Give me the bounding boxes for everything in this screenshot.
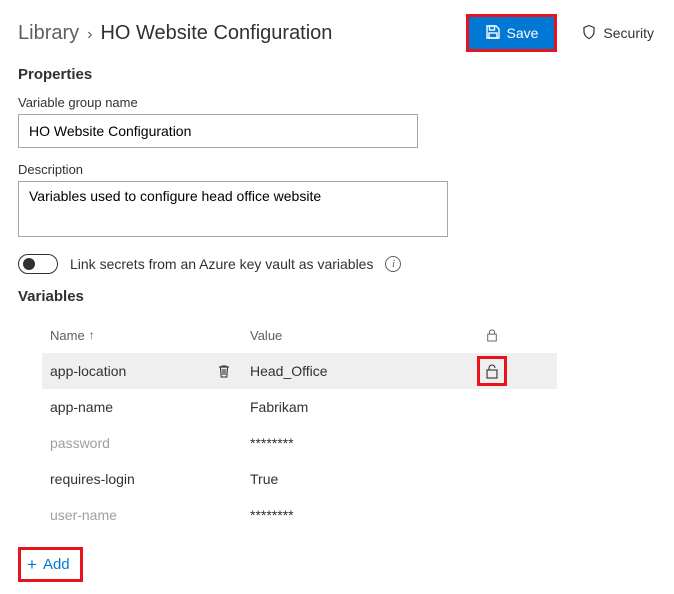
variables-heading: Variables	[18, 288, 656, 305]
variable-name: user-name	[50, 507, 117, 523]
variable-name: password	[50, 435, 110, 451]
breadcrumb: Library › HO Website Configuration	[18, 22, 332, 45]
variable-value: ********	[250, 435, 470, 451]
description-field-label: Description	[18, 162, 656, 177]
sort-ascending-icon: ↑	[89, 328, 95, 342]
name-field-label: Variable group name	[18, 95, 656, 110]
add-button-label: Add	[43, 556, 70, 573]
lock-cell	[470, 356, 514, 386]
security-button-label: Security	[603, 25, 654, 41]
save-highlight: Save	[466, 14, 558, 52]
variables-table: Name ↑ Value app-locationHead_Officeapp-…	[42, 317, 557, 533]
column-header-lock	[470, 328, 514, 342]
add-variable-button[interactable]: + Add	[21, 550, 80, 579]
variable-value: ********	[250, 507, 470, 523]
toggle-knob	[23, 258, 35, 270]
variable-value: Head_Office	[250, 363, 470, 379]
description-input[interactable]: Variables used to configure head office …	[18, 181, 448, 237]
breadcrumb-root[interactable]: Library	[18, 22, 79, 45]
column-header-value[interactable]: Value	[250, 328, 470, 343]
table-row[interactable]: app-location Head_Office	[42, 353, 557, 389]
link-secrets-toggle[interactable]	[18, 254, 58, 274]
column-header-name[interactable]: Name ↑	[50, 328, 250, 343]
variable-group-name-input[interactable]	[18, 114, 418, 148]
security-button[interactable]: Security	[579, 20, 656, 47]
properties-heading: Properties	[18, 66, 656, 83]
variable-name: requires-login	[50, 471, 135, 487]
variable-name: app-name	[50, 399, 113, 415]
breadcrumb-current: HO Website Configuration	[100, 22, 332, 45]
table-row[interactable]: password ********	[42, 425, 557, 461]
plus-icon: +	[27, 556, 37, 573]
table-row[interactable]: app-name Fabrikam	[42, 389, 557, 425]
chevron-right-icon: ›	[87, 26, 92, 44]
delete-icon[interactable]	[216, 363, 232, 379]
save-button-label: Save	[507, 25, 539, 41]
variable-value: True	[250, 471, 470, 487]
save-icon	[485, 24, 501, 43]
table-row[interactable]: user-name ********	[42, 497, 557, 533]
variable-name: app-location	[50, 363, 126, 379]
link-secrets-label: Link secrets from an Azure key vault as …	[70, 256, 373, 272]
lock-toggle[interactable]	[477, 356, 507, 386]
variable-value: Fabrikam	[250, 399, 470, 415]
shield-icon	[581, 24, 597, 43]
add-highlight: + Add	[18, 547, 83, 582]
save-button[interactable]: Save	[469, 17, 555, 49]
table-row[interactable]: requires-login True	[42, 461, 557, 497]
info-icon[interactable]: i	[385, 256, 401, 272]
variables-table-header: Name ↑ Value	[42, 317, 557, 353]
